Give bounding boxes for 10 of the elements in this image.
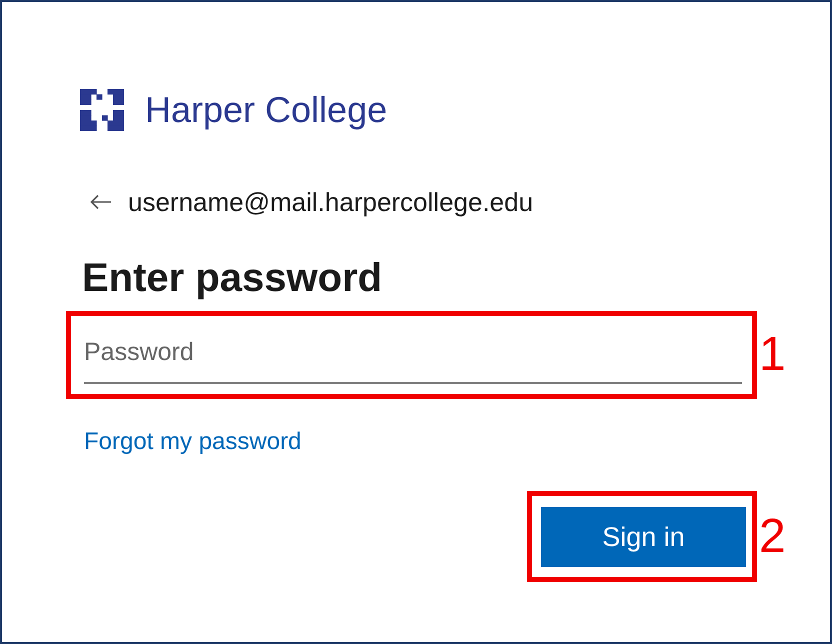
logo-text: Harper College [145,92,388,128]
back-arrow-icon[interactable] [90,194,112,210]
forgot-password-link[interactable]: Forgot my password [84,427,302,457]
annotation-number: 2 [759,510,786,562]
annotation-number: 1 [759,329,786,381]
page-heading: Enter password [82,255,382,302]
logo-icon [80,89,124,131]
account-email: username@mail.harpercollege.edu [128,187,534,217]
sign-in-button[interactable]: Sign in [541,507,746,567]
password-field[interactable]: Password [84,327,742,384]
